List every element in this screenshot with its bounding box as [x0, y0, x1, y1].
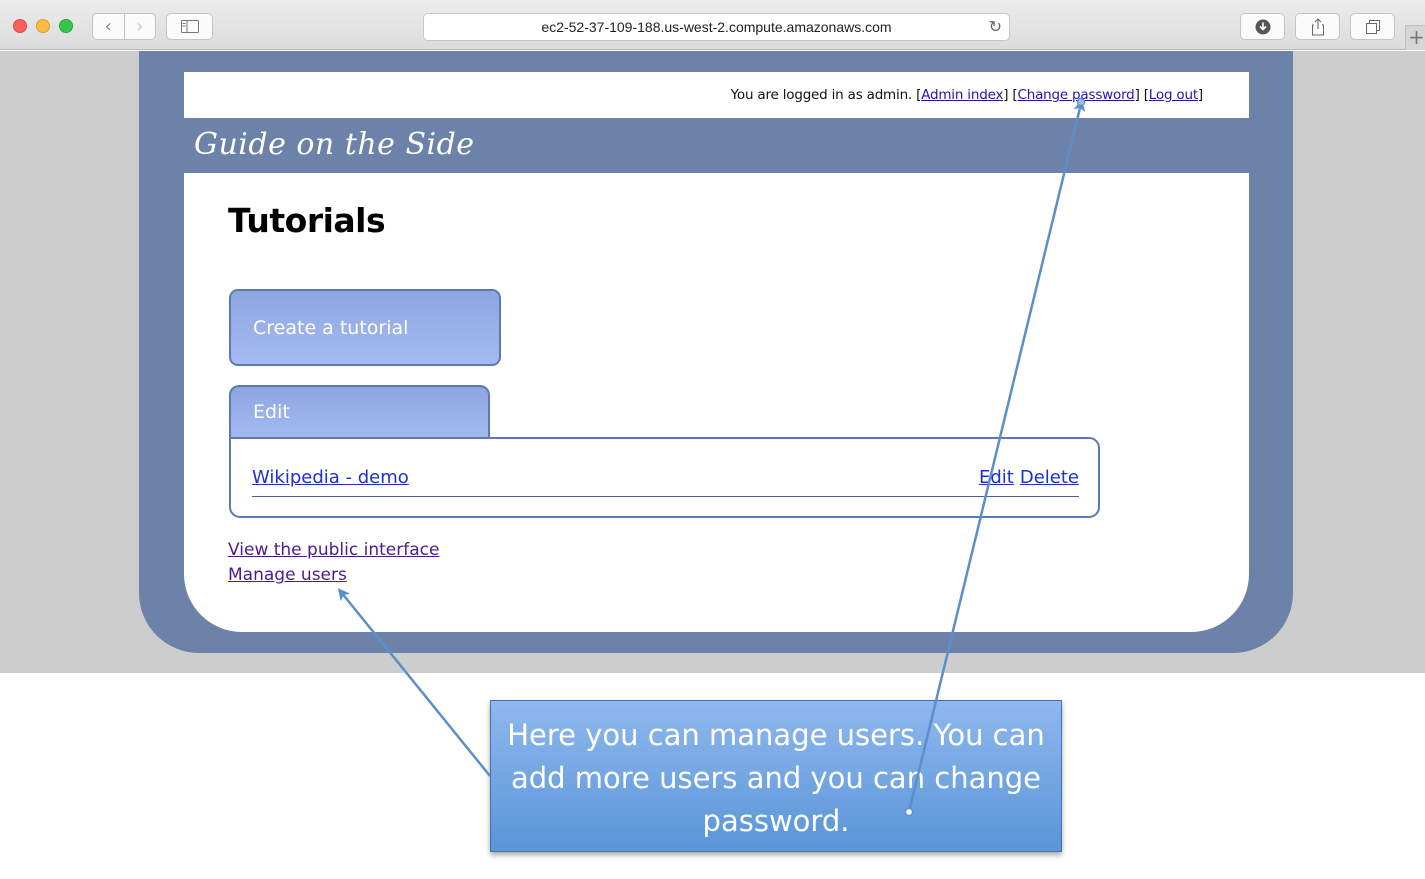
- new-tab-button[interactable]: +: [1405, 25, 1425, 50]
- nav-buttons: ‹ ›: [92, 13, 156, 40]
- forward-icon[interactable]: ›: [123, 14, 156, 39]
- manage-users-link[interactable]: Manage users: [228, 563, 439, 588]
- user-bar: You are logged in as admin. [Admin index…: [184, 72, 1249, 118]
- download-icon: [1255, 19, 1270, 34]
- show-tabs-button[interactable]: [1350, 13, 1395, 40]
- sidebar-icon: [180, 20, 199, 33]
- delete-tutorial-link[interactable]: Delete: [1020, 467, 1079, 488]
- create-tutorial-button[interactable]: Create a tutorial: [229, 289, 501, 366]
- downloads-button[interactable]: [1240, 13, 1285, 40]
- address-bar[interactable]: ec2-52-37-109-188.us-west-2.compute.amaz…: [423, 13, 1010, 41]
- edit-tutorial-link[interactable]: Edit: [979, 467, 1014, 488]
- log-out-link[interactable]: Log out: [1149, 87, 1198, 103]
- close-window-button[interactable]: [13, 19, 27, 33]
- admin-links: View the public interface Manage users: [228, 538, 439, 588]
- main-content: Tutorials Create a tutorial Edit Wikiped…: [184, 173, 1249, 632]
- share-icon: [1311, 17, 1324, 35]
- zoom-window-button[interactable]: [59, 19, 73, 33]
- tabs-icon: [1365, 19, 1380, 34]
- view-public-interface-link[interactable]: View the public interface: [228, 538, 439, 563]
- change-password-link[interactable]: Change password: [1017, 87, 1134, 103]
- annotation-callout: Here you can manage users. You can add m…: [490, 700, 1062, 852]
- login-status: You are logged in as admin.: [730, 87, 913, 103]
- reload-icon[interactable]: ↻: [989, 17, 1002, 37]
- tutorial-link[interactable]: Wikipedia - demo: [252, 467, 409, 488]
- tutorial-list-panel: Wikipedia - demo Edit Delete: [229, 437, 1100, 518]
- minimize-window-button[interactable]: [36, 19, 50, 33]
- back-icon[interactable]: ‹: [93, 14, 124, 39]
- share-button[interactable]: [1295, 13, 1340, 40]
- admin-index-link[interactable]: Admin index: [921, 87, 1003, 103]
- page-viewport: You are logged in as admin. [Admin index…: [0, 51, 1425, 673]
- browser-toolbar: ‹ › ec2-52-37-109-188.us-west-2.compute.…: [0, 0, 1425, 50]
- page-title: Tutorials: [228, 201, 386, 240]
- table-row: Wikipedia - demo Edit Delete: [252, 459, 1079, 497]
- url-text: ec2-52-37-109-188.us-west-2.compute.amaz…: [541, 19, 892, 35]
- site-title: Guide on the Side: [194, 127, 475, 162]
- sidebar-toggle-button[interactable]: [166, 13, 213, 40]
- row-actions: Edit Delete: [979, 467, 1079, 488]
- tab-edit[interactable]: Edit: [229, 385, 490, 440]
